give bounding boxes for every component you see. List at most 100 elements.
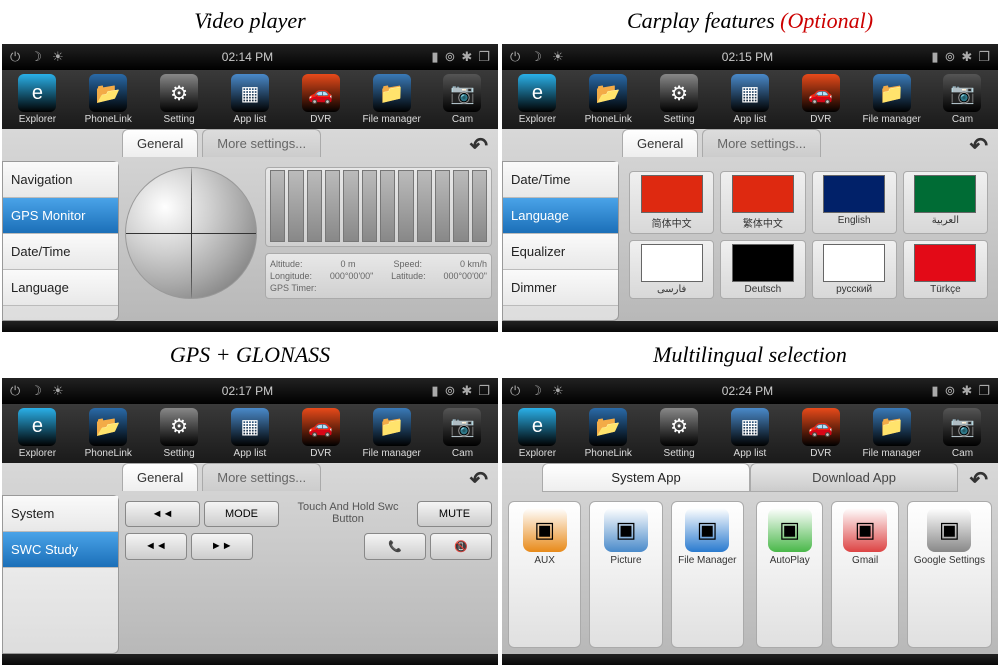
language-option[interactable]: العربية: [903, 171, 988, 234]
toolbar-dvr[interactable]: 🚗DVR: [289, 408, 353, 459]
toolbar-app-list[interactable]: ▦App list: [718, 408, 782, 459]
toolbar-phonelink[interactable]: 📂PhoneLink: [76, 408, 140, 459]
brightness-icon[interactable]: ☀: [552, 49, 564, 65]
brightness-icon[interactable]: ☀: [52, 383, 64, 399]
flag-icon: [914, 175, 976, 213]
app-picture[interactable]: ▣Picture: [589, 501, 662, 649]
power-icon[interactable]: ⏻: [510, 383, 520, 399]
sidebar-item-language[interactable]: Language: [3, 270, 118, 306]
title-panel-4: Multilingual selection: [500, 334, 1000, 376]
sidebar-item-gps-monitor[interactable]: GPS Monitor: [3, 198, 118, 234]
language-label: Deutsch: [745, 284, 782, 295]
moon-icon[interactable]: ☽: [30, 383, 42, 399]
toolbar-explorer[interactable]: eExplorer: [505, 74, 569, 125]
app-toolbar: eExplorer📂PhoneLink⚙Setting▦App list🚗DVR…: [502, 70, 998, 129]
tab-more-settings[interactable]: More settings...: [202, 463, 321, 491]
language-option[interactable]: فارسی: [629, 240, 714, 299]
moon-icon[interactable]: ☽: [530, 383, 542, 399]
toolbar-cam[interactable]: 📷Cam: [930, 408, 994, 459]
sidebar-item-date-time[interactable]: Date/Time: [3, 234, 118, 270]
app-file-manager[interactable]: ▣File Manager: [671, 501, 744, 649]
toolbar-file-manager[interactable]: 📁File manager: [360, 74, 424, 125]
power-icon[interactable]: ⏻: [10, 49, 20, 65]
phone-hangup-button[interactable]: 📵: [430, 533, 492, 560]
swc-forward-button[interactable]: ►►: [191, 533, 253, 560]
language-option[interactable]: русский: [812, 240, 897, 299]
toolbar-explorer[interactable]: eExplorer: [505, 408, 569, 459]
toolbar-file-manager[interactable]: 📁File manager: [860, 408, 924, 459]
sidebar-item-system[interactable]: System: [3, 496, 118, 532]
toolbar-dvr[interactable]: 🚗DVR: [289, 74, 353, 125]
tab-system-app[interactable]: System App: [542, 463, 750, 492]
back-button[interactable]: ↶: [470, 133, 488, 159]
sidebar-item-language[interactable]: Language: [503, 198, 618, 234]
toolbar-cam[interactable]: 📷Cam: [430, 74, 494, 125]
windows-icon: ❐: [478, 49, 490, 65]
swc-prev-button[interactable]: ◄◄: [125, 501, 200, 527]
moon-icon[interactable]: ☽: [30, 49, 42, 65]
back-button[interactable]: ↶: [970, 133, 988, 159]
sidebar-item-date-time[interactable]: Date/Time: [503, 162, 618, 198]
toolbar-label: DVR: [810, 448, 831, 459]
tab-more-settings[interactable]: More settings...: [202, 129, 321, 157]
language-option[interactable]: 繁体中文: [720, 171, 805, 234]
tab-general[interactable]: General: [622, 129, 698, 157]
moon-icon[interactable]: ☽: [530, 49, 542, 65]
satellite-bars: [265, 167, 492, 247]
language-option[interactable]: English: [812, 171, 897, 234]
toolbar-app-list[interactable]: ▦App list: [218, 74, 282, 125]
toolbar-dvr[interactable]: 🚗DVR: [789, 74, 853, 125]
phone-answer-button[interactable]: 📞: [364, 533, 426, 560]
app-icon: ▣: [768, 508, 812, 552]
brightness-icon[interactable]: ☀: [552, 383, 564, 399]
toolbar-phonelink[interactable]: 📂PhoneLink: [76, 74, 140, 125]
toolbar-explorer[interactable]: eExplorer: [5, 408, 69, 459]
toolbar-app-list[interactable]: ▦App list: [218, 408, 282, 459]
tab-download-app[interactable]: Download App: [750, 463, 958, 492]
toolbar-explorer[interactable]: eExplorer: [5, 74, 69, 125]
sidebar-item-swc-study[interactable]: SWC Study: [3, 532, 118, 568]
toolbar-cam[interactable]: 📷Cam: [430, 408, 494, 459]
mode-button[interactable]: MODE: [204, 501, 279, 527]
language-option[interactable]: 简体中文: [629, 171, 714, 234]
panel-gps: ⏻ ☽ ☀ 02:17 PM ▮ ⊚ ✱ ❐ eExplorer📂PhoneLi…: [0, 376, 500, 667]
toolbar-phonelink[interactable]: 📂PhoneLink: [576, 408, 640, 459]
sidebar-item-dimmer[interactable]: Dimmer: [503, 270, 618, 306]
toolbar-dvr[interactable]: 🚗DVR: [789, 408, 853, 459]
tab-more-settings[interactable]: More settings...: [702, 129, 821, 157]
gear-icon: ⚙: [160, 408, 198, 446]
toolbar-setting[interactable]: ⚙Setting: [647, 408, 711, 459]
settings-sidebar: NavigationGPS MonitorDate/TimeLanguage: [2, 161, 119, 321]
brightness-icon[interactable]: ☀: [52, 49, 64, 65]
app-google-settings[interactable]: ▣Google Settings: [907, 501, 992, 649]
mute-button[interactable]: MUTE: [417, 501, 492, 527]
title-panel-3: GPS + GLONASS: [0, 334, 500, 376]
tab-general[interactable]: General: [122, 129, 198, 157]
signal-icon: ▮: [931, 383, 938, 399]
toolbar-setting[interactable]: ⚙ Setting: [147, 408, 211, 459]
app-gmail[interactable]: ▣Gmail: [831, 501, 898, 649]
language-option[interactable]: Türkçe: [903, 240, 988, 299]
language-label: Türkçe: [930, 284, 961, 295]
toolbar-setting[interactable]: ⚙Setting: [147, 74, 211, 125]
toolbar-file-manager[interactable]: 📁File manager: [860, 74, 924, 125]
bluetooth-icon: ✱: [961, 383, 972, 399]
power-icon[interactable]: ⏻: [10, 383, 20, 399]
settings-sidebar: SystemSWC Study: [2, 495, 119, 655]
power-icon[interactable]: ⏻: [510, 49, 520, 65]
language-option[interactable]: Deutsch: [720, 240, 805, 299]
toolbar-phonelink[interactable]: 📂PhoneLink: [576, 74, 640, 125]
app-autoplay[interactable]: ▣AutoPlay: [756, 501, 823, 649]
toolbar-label: Setting: [164, 448, 195, 459]
app-aux[interactable]: ▣AUX: [508, 501, 581, 649]
toolbar-file-manager[interactable]: 📁File manager: [360, 408, 424, 459]
tab-general[interactable]: General: [122, 463, 198, 491]
toolbar-setting[interactable]: ⚙Setting: [647, 74, 711, 125]
toolbar-cam[interactable]: 📷Cam: [930, 74, 994, 125]
back-button[interactable]: ↶: [970, 467, 988, 493]
sidebar-item-equalizer[interactable]: Equalizer: [503, 234, 618, 270]
sidebar-item-navigation[interactable]: Navigation: [3, 162, 118, 198]
toolbar-app-list[interactable]: ▦App list: [718, 74, 782, 125]
swc-rewind-button[interactable]: ◄◄: [125, 533, 187, 560]
back-button[interactable]: ↶: [470, 467, 488, 493]
